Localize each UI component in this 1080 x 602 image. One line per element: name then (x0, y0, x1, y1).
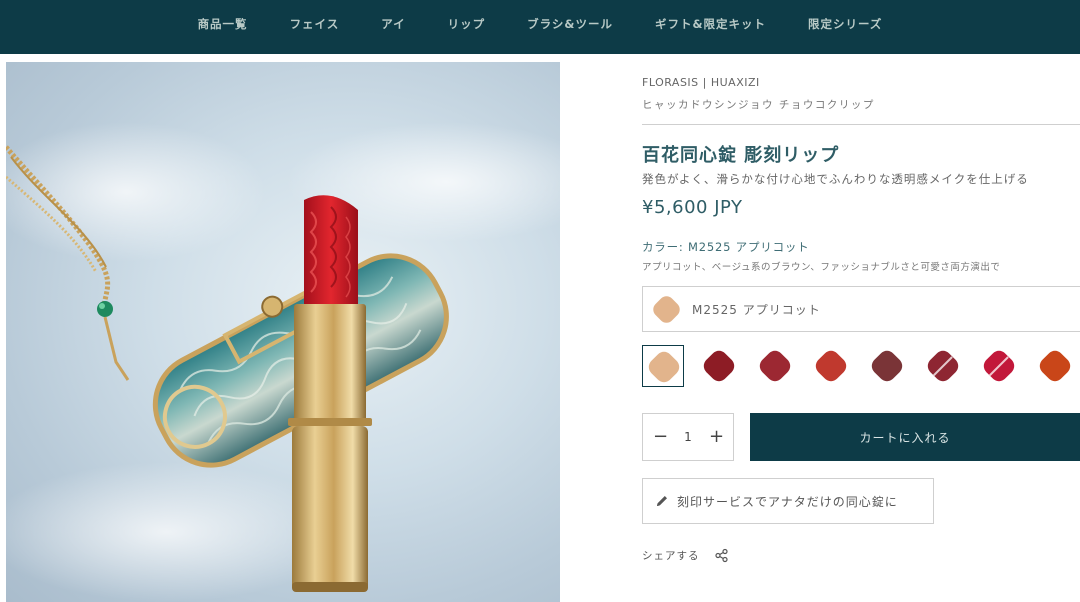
lipstick-illustration (6, 122, 560, 602)
shade-swatch[interactable] (1034, 345, 1076, 387)
shade-selector[interactable]: M2525 アプリコット (642, 286, 1080, 332)
shade-swatch-color (756, 347, 794, 385)
shade-swatch[interactable] (978, 345, 1020, 387)
shade-swatches (642, 345, 1080, 389)
selected-shade-chip (650, 292, 683, 326)
shade-swatch-color (1036, 347, 1074, 385)
product-image[interactable] (6, 62, 560, 602)
brand-name: FLORASIS | HUAXIZI (642, 76, 760, 89)
product-reading: ヒャッカドウシンジョウ チョウコクリップ (642, 99, 875, 111)
nav-item-gift-kit[interactable]: ギフト&限定キット (655, 16, 766, 32)
nav-item-brush-tools[interactable]: ブラシ&ツール (527, 16, 613, 32)
product-description: 発色がよく、滑らかな付け心地でふんわりな透明感メイクを仕上げる (642, 172, 1029, 186)
engraving-service-label: 刻印サービスでアナタだけの同心錠に (677, 494, 898, 509)
quantity-decrease-button[interactable]: − (653, 428, 668, 446)
top-navigation: 商品一覧 フェイス アイ リップ ブラシ&ツール ギフト&限定キット 限定シリー… (0, 0, 1080, 54)
divider (642, 124, 1080, 125)
color-label: カラー: M2525 アプリコット (642, 240, 810, 254)
nav-item-lip[interactable]: リップ (448, 16, 486, 32)
quantity-value[interactable]: 1 (684, 430, 692, 444)
color-description: アプリコット、ベージュ系のブラウン、ファッショナブルさと可愛さ両方演出で (642, 262, 1001, 273)
pencil-icon (657, 496, 667, 506)
shade-swatch-color (700, 347, 738, 385)
shade-swatch[interactable] (642, 345, 684, 387)
nav-item-limited-series[interactable]: 限定シリーズ (808, 16, 882, 32)
shade-swatch-color (645, 348, 683, 386)
shade-swatch[interactable] (922, 345, 964, 387)
share-label: シェアする (642, 550, 700, 562)
shade-swatch[interactable] (866, 345, 908, 387)
shade-swatch-color (868, 347, 906, 385)
share-icon (714, 548, 728, 563)
shade-swatch-color (812, 347, 850, 385)
shade-swatch[interactable] (810, 345, 852, 387)
quantity-stepper: − 1 + (642, 413, 734, 461)
nav-item-eye[interactable]: アイ (381, 16, 405, 32)
product-price: ¥5,600 JPY (642, 197, 743, 218)
selected-shade-label: M2525 アプリコット (692, 302, 821, 317)
nav-item-all-products[interactable]: 商品一覧 (198, 16, 248, 32)
share-button[interactable]: シェアする (642, 548, 729, 563)
add-to-cart-button[interactable]: カートに入れる (750, 413, 1080, 461)
product-title: 百花同心錠 彫刻リップ (642, 145, 840, 166)
shade-swatch[interactable] (754, 345, 796, 387)
engraving-service-button[interactable]: 刻印サービスでアナタだけの同心錠に (642, 478, 934, 524)
shade-swatch[interactable] (698, 345, 740, 387)
quantity-increase-button[interactable]: + (709, 428, 724, 446)
nav-item-face[interactable]: フェイス (290, 16, 340, 32)
